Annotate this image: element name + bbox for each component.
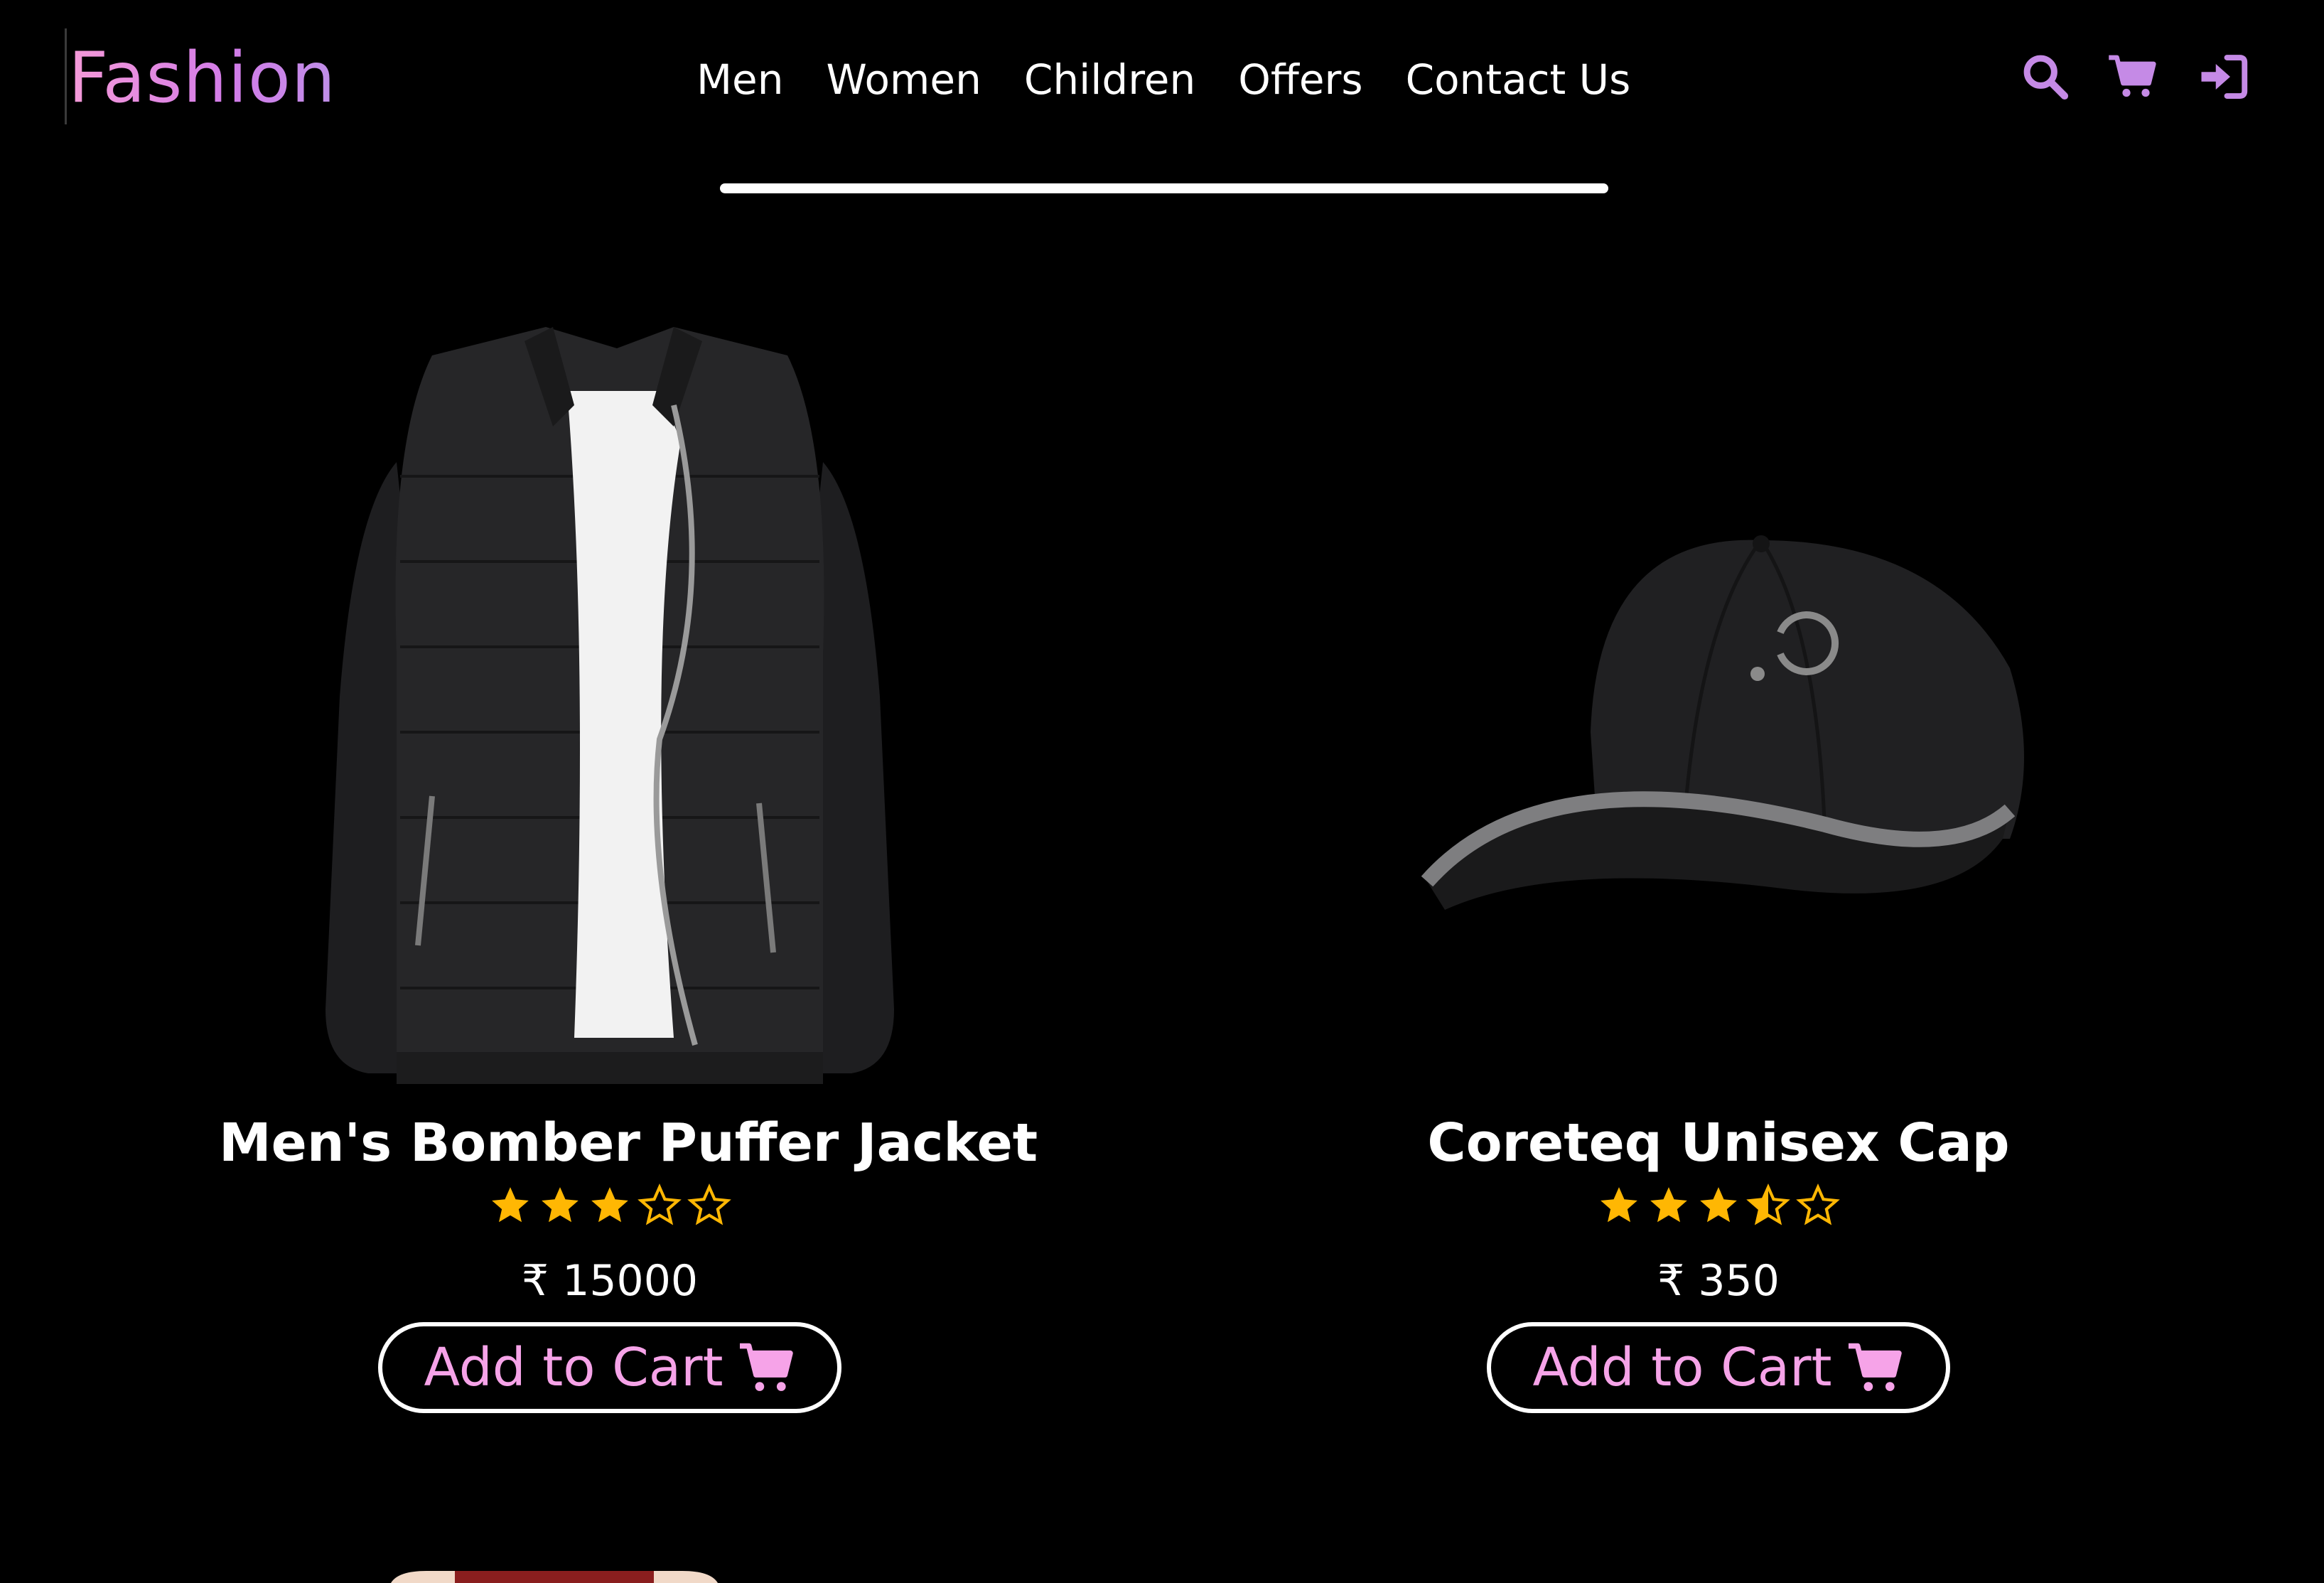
- nav-underline: [720, 183, 1608, 193]
- search-icon[interactable]: [2020, 51, 2071, 102]
- sign-in-icon[interactable]: [2198, 51, 2249, 102]
- logo-divider: [65, 28, 67, 124]
- price-value: 15000: [562, 1256, 699, 1306]
- brand-logo[interactable]: Fashion: [68, 36, 336, 121]
- product-rating: [219, 1184, 1001, 1240]
- product-image-cap[interactable]: [1328, 299, 2109, 1095]
- star-empty-icon: [1796, 1184, 1840, 1225]
- rupee-icon: ₹: [1657, 1256, 1685, 1306]
- add-to-cart-button[interactable]: Add to Cart: [1487, 1322, 1950, 1413]
- add-to-cart-label: Add to Cart: [1532, 1337, 1832, 1398]
- star-full-icon: [1601, 1187, 1637, 1223]
- nav-item-men[interactable]: Men: [696, 55, 784, 104]
- product-card: Coreteq Unisex Cap ₹ 350 Add to Cart: [1328, 299, 2109, 1413]
- price-value: 350: [1698, 1256, 1780, 1306]
- nav-item-contact-us[interactable]: Contact Us: [1406, 55, 1631, 104]
- product-rating: [1328, 1184, 2109, 1240]
- main-nav: Men Women Children Offers Contact Us: [696, 51, 1630, 108]
- star-full-icon: [542, 1187, 579, 1223]
- add-to-cart-button[interactable]: Add to Cart: [378, 1322, 841, 1413]
- star-full-icon: [591, 1187, 628, 1223]
- star-empty-icon: [638, 1184, 682, 1225]
- product-card: Men's Bomber Puffer Jacket ₹ 15000 Add t…: [219, 299, 1038, 1413]
- product-image-partial[interactable]: [384, 1571, 725, 1583]
- nav-item-women[interactable]: Women: [827, 55, 981, 104]
- cart-icon[interactable]: [2107, 51, 2158, 102]
- cart-icon: [739, 1343, 793, 1391]
- nav-item-offers[interactable]: Offers: [1238, 55, 1362, 104]
- product-image-jacket[interactable]: [219, 299, 1001, 1095]
- star-full-icon: [1650, 1187, 1687, 1223]
- nav-item-children[interactable]: Children: [1024, 55, 1195, 104]
- product-price: ₹ 15000: [219, 1245, 1001, 1316]
- product-title[interactable]: Coreteq Unisex Cap: [1328, 1107, 2109, 1179]
- star-half-icon: [1746, 1184, 1790, 1225]
- cart-icon: [1848, 1343, 1902, 1391]
- product-price: ₹ 350: [1328, 1245, 2109, 1316]
- add-to-cart-label: Add to Cart: [424, 1337, 723, 1398]
- star-full-icon: [1700, 1187, 1737, 1223]
- star-empty-icon: [687, 1184, 731, 1225]
- rupee-icon: ₹: [521, 1256, 549, 1306]
- star-full-icon: [492, 1187, 529, 1223]
- product-title[interactable]: Men's Bomber Puffer Jacket: [219, 1107, 1038, 1179]
